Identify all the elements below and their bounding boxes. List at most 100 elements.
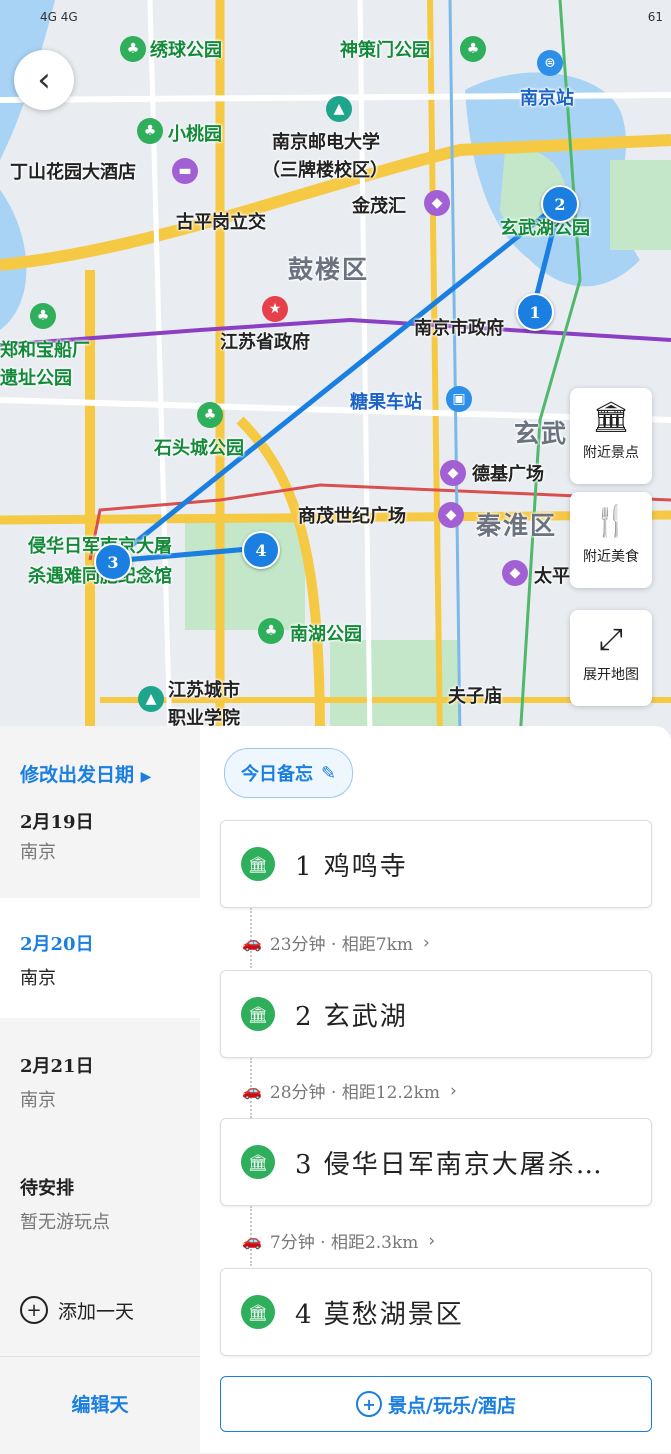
chevron-right-icon: › <box>450 1080 457 1101</box>
day-item[interactable]: 2月19日 南京 <box>0 812 200 896</box>
leg-info[interactable]: 🚗 28分钟 · 相距12.2km › <box>242 1078 457 1104</box>
government-icon: ★ <box>262 296 288 322</box>
shopping-icon: ◆ <box>502 560 528 586</box>
chevron-left-icon: ‹ <box>37 60 51 100</box>
shopping-icon: ◆ <box>424 190 450 216</box>
memo-label: 今日备忘 <box>241 764 313 785</box>
add-day-label: 添加一天 <box>58 1300 135 1323</box>
itinerary-panel: 修改出发日期 ▶ 2月19日 南京 2月20日 南京 2月21日 南京 待安排 … <box>0 726 671 1453</box>
day-city: 南京 <box>20 968 56 989</box>
route-marker[interactable]: 2 <box>541 185 579 223</box>
nearby-scenic-label: 附近景点 <box>583 445 639 461</box>
map-label: 郑和宝船厂 <box>0 340 90 361</box>
day-city: 南京 <box>20 1090 56 1111</box>
map-label: 江苏省政府 <box>220 332 310 353</box>
add-place-label: 景点/玩乐/酒店 <box>388 1394 516 1417</box>
day-date: 2月20日 <box>20 934 94 955</box>
edit-departure-date-button[interactable]: 修改出发日期 ▶ <box>20 760 151 787</box>
map-label: 糖果车站 <box>350 392 422 413</box>
stop-name: 3 侵华日军南京大屠杀… <box>295 1149 604 1180</box>
leg-text: 7分钟 · 相距2.3km <box>269 1233 419 1253</box>
map-label: 江苏城市 <box>168 680 240 701</box>
route-marker[interactable]: 1 <box>516 293 554 331</box>
map-label: （三牌楼校区） <box>262 160 388 181</box>
map-label: 太平 <box>534 566 570 587</box>
map-label: 古平岗立交 <box>176 212 266 233</box>
add-place-button[interactable]: + 景点/玩乐/酒店 <box>220 1376 652 1432</box>
nearby-food-button[interactable]: 🍴 附近美食 <box>570 492 652 588</box>
route-marker[interactable]: 3 <box>94 543 132 581</box>
leg-info[interactable]: 🚗 23分钟 · 相距7km › <box>242 930 430 956</box>
map-label: 南湖公园 <box>290 624 362 645</box>
map-label: 神策门公园 <box>340 40 430 61</box>
park-icon: ♣ <box>460 36 486 62</box>
status-bar: 4G 4G 61 <box>0 0 671 40</box>
map-label: 商茂世纪广场 <box>298 506 406 527</box>
leg-text: 23分钟 · 相距7km <box>269 935 414 955</box>
shopping-icon: ◆ <box>438 502 464 528</box>
map-label: 南京站 <box>520 88 574 109</box>
map-label: 德基广场 <box>472 464 544 485</box>
day-date: 待安排 <box>20 1178 74 1199</box>
district-label: 玄武 <box>514 419 569 448</box>
school-icon: ▲ <box>138 686 164 712</box>
nearby-scenic-button[interactable]: 🏛 附近景点 <box>570 388 652 484</box>
train-station-icon: ⊜ <box>537 50 563 76</box>
stop-card[interactable]: 🏛 4 莫愁湖景区 <box>220 1268 652 1356</box>
add-day-button[interactable]: + 添加一天 <box>20 1296 134 1324</box>
shopping-icon: ◆ <box>440 460 466 486</box>
nearby-food-label: 附近美食 <box>583 549 639 565</box>
route-marker[interactable]: 4 <box>242 531 280 569</box>
bus-icon: ▣ <box>446 386 472 412</box>
stop-card[interactable]: 🏛 1 鸡鸣寺 <box>220 820 652 908</box>
day-city: 暂无游玩点 <box>20 1212 110 1233</box>
district-label: 鼓楼区 <box>288 255 370 284</box>
edit-date-label: 修改出发日期 <box>20 764 135 786</box>
chevron-right-icon: › <box>428 1230 436 1251</box>
stop-name: 1 鸡鸣寺 <box>295 851 408 882</box>
fork-knife-icon: 🍴 <box>592 504 630 539</box>
park-icon: ♣ <box>120 36 146 62</box>
leg-info[interactable]: 🚗 7分钟 · 相距2.3km › <box>242 1228 436 1254</box>
museum-icon: 🏛 <box>591 400 631 435</box>
signal-indicator: 4G 4G <box>40 10 78 24</box>
expand-map-label: 展开地图 <box>583 667 639 683</box>
battery-indicator: 61 <box>647 10 663 24</box>
stop-card[interactable]: 🏛 3 侵华日军南京大屠杀… <box>220 1118 652 1206</box>
map-label: 夫子庙 <box>448 686 502 707</box>
museum-icon: 🏛 <box>241 1295 275 1329</box>
museum-icon: 🏛 <box>241 1145 275 1179</box>
map-label: 南京邮电大学 <box>272 132 380 153</box>
plus-circle-icon: + <box>20 1296 48 1324</box>
hotel-icon: ▬ <box>172 158 198 184</box>
today-memo-button[interactable]: 今日备忘 ✎ <box>224 748 354 798</box>
plus-circle-icon: + <box>356 1391 383 1417</box>
expand-map-button[interactable]: ⤢ 展开地图 <box>570 610 652 706</box>
park-icon: ♣ <box>258 618 284 644</box>
stop-card[interactable]: 🏛 2 玄武湖 <box>220 970 652 1058</box>
map-label: 石头城公园 <box>154 438 244 459</box>
caret-right-icon: ▶ <box>140 769 152 785</box>
back-button[interactable]: ‹ <box>14 50 74 110</box>
day-date: 2月21日 <box>20 1056 94 1077</box>
car-icon: 🚗 <box>242 1231 262 1250</box>
day-city: 南京 <box>20 842 56 863</box>
park-icon: ♣ <box>30 303 56 329</box>
day-item[interactable]: 2月21日 南京 <box>0 1020 200 1140</box>
map-view[interactable]: 4G 4G 61 绣球公园 ♣ 神策门公园 ♣ ⊜ 南京站 ♣ 小桃园 ▲ 南京… <box>0 0 671 740</box>
district-label: 秦淮区 <box>476 511 558 540</box>
park-icon: ♣ <box>197 402 223 428</box>
chevron-right-icon: › <box>423 932 430 953</box>
map-label: 金茂汇 <box>352 196 406 217</box>
day-item-active[interactable]: 2月20日 南京 <box>0 898 200 1018</box>
edit-days-button[interactable]: 编辑天 <box>0 1356 200 1454</box>
day-item-unscheduled[interactable]: 待安排 暂无游玩点 <box>0 1142 200 1262</box>
car-icon: 🚗 <box>242 933 262 952</box>
map-label: 小桃园 <box>168 124 222 145</box>
stop-name: 4 莫愁湖景区 <box>295 1299 464 1330</box>
park-icon: ♣ <box>137 118 163 144</box>
car-icon: 🚗 <box>242 1081 262 1100</box>
map-label: 玄武湖公园 <box>500 218 590 239</box>
edit-icon: ✎ <box>321 762 337 784</box>
map-label: 南京市政府 <box>414 318 504 339</box>
